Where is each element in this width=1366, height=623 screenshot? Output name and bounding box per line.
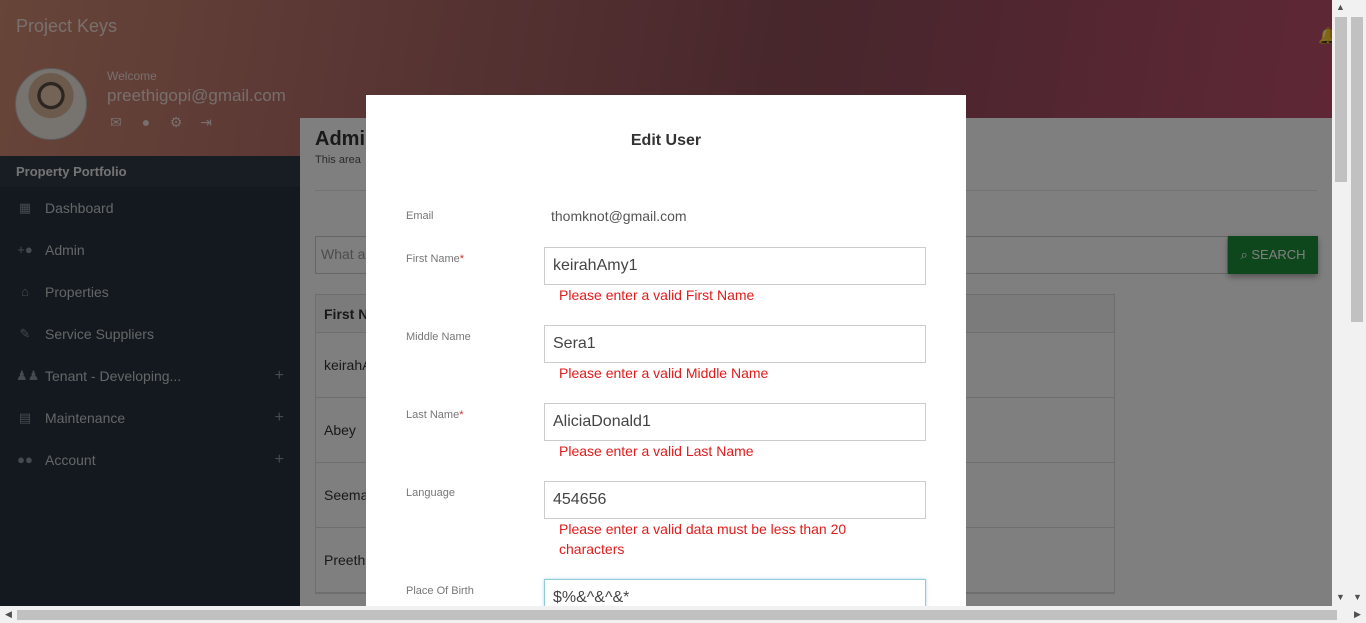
language-field[interactable] [544,481,926,519]
scroll-up-icon[interactable]: ▲ [1336,2,1345,12]
page-scrollbar-thumb[interactable] [1335,17,1347,182]
place-of-birth-label: Place Of Birth [406,585,474,597]
last-name-error: Please enter a valid Last Name [559,443,754,459]
first-name-field[interactable] [544,247,926,285]
first-name-label: First Name* [406,253,465,265]
scroll-right-icon[interactable]: ▶ [1354,609,1361,620]
language-label: Language [406,487,455,499]
scroll-down-icon[interactable]: ▼ [1353,592,1362,602]
scroll-down-icon[interactable]: ▼ [1336,592,1345,602]
first-name-error: Please enter a valid First Name [559,287,755,303]
middle-name-error: Please enter a valid Middle Name [559,365,769,381]
modal-title: Edit User [630,132,702,149]
middle-name-label: Middle Name [406,331,471,343]
edit-user-modal: Edit User Email thomknot@gmail.com First… [366,95,966,606]
outer-scrollbar-thumb[interactable] [1351,17,1363,322]
app-viewport: Project Keys Welcome preethigopi@gmail.c… [0,0,1332,606]
middle-name-field[interactable] [544,325,926,363]
place-of-birth-field[interactable] [544,579,926,606]
scroll-left-icon[interactable]: ◀ [5,609,12,620]
last-name-field[interactable] [544,403,926,441]
language-error: Please enter a valid data must be less t… [559,521,847,557]
email-label: Email [406,210,434,222]
email-value: thomknot@gmail.com [551,208,687,224]
horizontal-scrollbar-thumb[interactable] [17,610,1337,620]
last-name-label: Last Name* [406,409,464,421]
